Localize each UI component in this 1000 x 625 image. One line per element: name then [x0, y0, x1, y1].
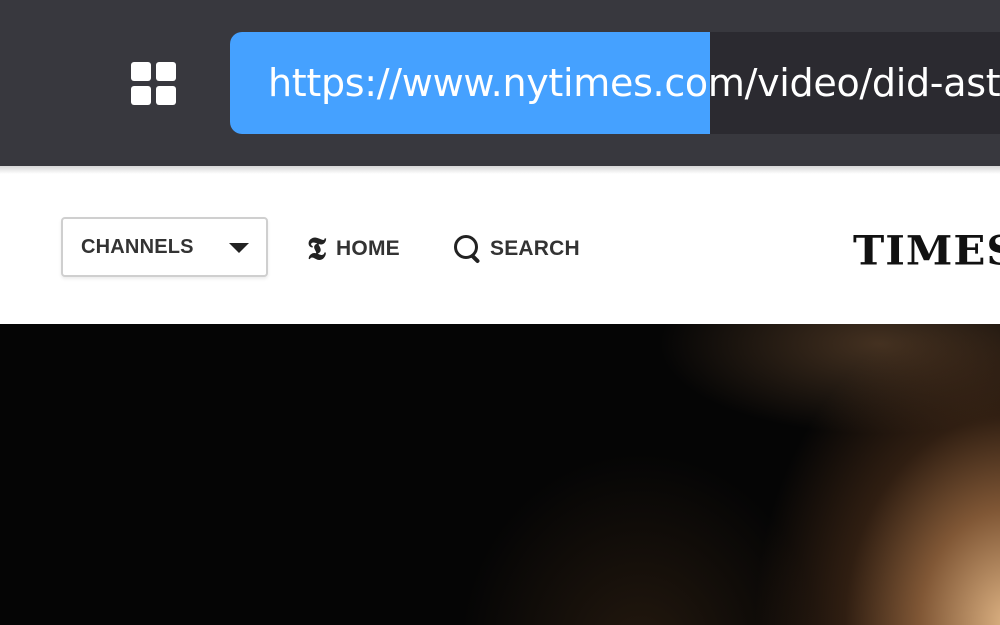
home-link[interactable]: 𝕿 HOME	[307, 232, 400, 266]
nyt-t-logo-icon: 𝕿	[307, 231, 327, 267]
site-header: CHANNELS 𝕿 HOME SEARCH TIMES	[0, 174, 1000, 324]
video-player[interactable]	[0, 324, 1000, 625]
times-logo[interactable]: TIMES	[853, 227, 1000, 274]
search-icon	[453, 234, 483, 264]
apps-grid-square	[131, 62, 151, 81]
apps-grid-icon[interactable]	[131, 62, 176, 105]
home-label: HOME	[336, 237, 400, 260]
browser-toolbar: https://www.nytimes.com/video/did-aste	[0, 0, 1000, 166]
channels-dropdown-button[interactable]: CHANNELS	[61, 217, 268, 277]
video-frame	[0, 324, 1000, 625]
apps-grid-square	[131, 86, 151, 105]
address-bar[interactable]: https://www.nytimes.com/video/did-aste	[230, 32, 1000, 134]
search-link[interactable]: SEARCH	[453, 232, 580, 266]
toolbar-shadow	[0, 166, 1000, 174]
caret-down-icon	[229, 243, 249, 253]
apps-grid-square	[156, 86, 176, 105]
url-text[interactable]: https://www.nytimes.com/video/did-aste	[268, 32, 1000, 134]
channels-label: CHANNELS	[81, 236, 194, 258]
apps-grid-square	[156, 62, 176, 81]
search-label: SEARCH	[490, 237, 580, 260]
